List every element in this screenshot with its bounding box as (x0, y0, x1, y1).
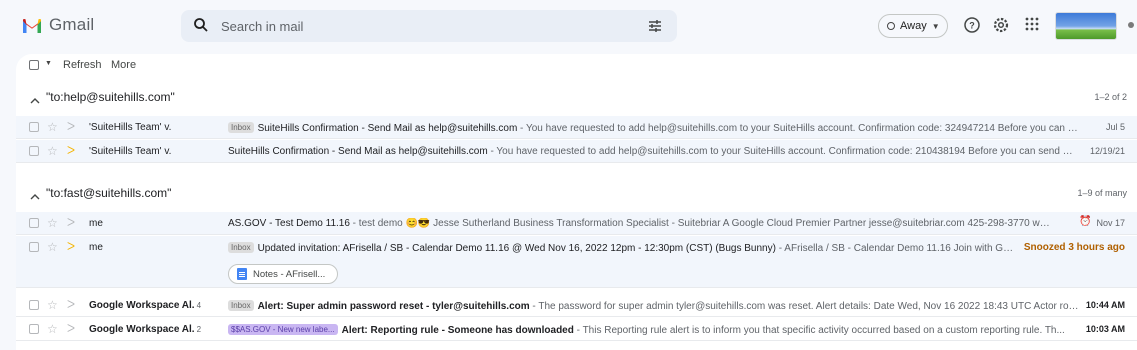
section-count: 1–2 of 2 (1094, 92, 1127, 102)
email-snippet: - AFrisella / SB - Calendar Demo 11.16 J… (778, 243, 1014, 254)
sender-name: 'SuiteHills Team' v. (89, 122, 172, 133)
refresh-button[interactable]: Refresh (63, 59, 102, 71)
email-date: 10:44 AM (1085, 300, 1125, 310)
gmail-m-icon (23, 18, 41, 33)
email-row[interactable]: ☆ ᐳ me AS.GOV - Test Demo 11.16 - test d… (16, 212, 1137, 235)
account-avatar[interactable] (1055, 12, 1117, 40)
label-badge[interactable]: $$AS.GOV - New new labe... (228, 324, 338, 335)
email-date: Jul 5 (1105, 122, 1125, 132)
label-badge[interactable]: Inbox (228, 242, 254, 253)
away-status-icon (887, 22, 895, 30)
section-title: "to:help@suitehills.com" (46, 90, 175, 104)
email-content: SuiteHills Confirmation - Send Mail as h… (228, 146, 1080, 157)
more-button[interactable]: More (111, 59, 136, 71)
star-icon[interactable]: ☆ (47, 216, 58, 230)
attachment-name: Notes - AFrisell... (253, 268, 326, 280)
importance-marker-icon[interactable]: ᐳ (67, 144, 75, 157)
star-icon[interactable]: ☆ (47, 144, 58, 158)
importance-marker-icon[interactable]: ᐳ (67, 298, 75, 311)
email-content: $$AS.GOV - New new labe... Alert: Reporti… (228, 324, 1080, 336)
email-snippet: - You have requested to add help@suitehi… (487, 146, 1080, 157)
email-date: 12/19/21 (1089, 146, 1125, 156)
email-snippet: - This Reporting rule alert is to inform… (573, 325, 1065, 336)
email-snippet: - You have requested to add help@suitehi… (517, 123, 1080, 134)
chevron-down-icon: ▼ (931, 21, 940, 31)
email-row[interactable]: ☆ ᐳ 'SuiteHills Team' v. Inbox SuiteHills… (16, 116, 1137, 139)
collapse-chevron-icon[interactable] (30, 92, 40, 110)
star-icon[interactable]: ☆ (47, 322, 58, 336)
row-checkbox[interactable] (29, 122, 39, 132)
document-icon (237, 268, 247, 280)
row-checkbox[interactable] (29, 146, 39, 156)
apps-grid-icon[interactable] (1024, 16, 1040, 37)
sender-name: me (89, 242, 103, 253)
email-subject: SuiteHills Confirmation - Send Mail as h… (228, 146, 488, 157)
sender-label: Google Workspace Al. (89, 300, 195, 311)
label-badge[interactable]: Inbox (228, 300, 254, 311)
attachment-chip[interactable]: Notes - AFrisell... (228, 264, 338, 284)
snooze-clock-icon[interactable]: ⏰ (1079, 216, 1091, 227)
label-badge[interactable]: Inbox (228, 122, 254, 133)
email-snippet: - The password for super admin tyler@sui… (529, 301, 1080, 312)
gmail-logo[interactable]: Gmail (22, 15, 94, 35)
star-icon[interactable]: ☆ (47, 120, 58, 134)
section-count: 1–9 of many (1077, 188, 1127, 198)
select-dropdown-icon[interactable]: ▼ (45, 60, 52, 67)
snoozed-status: Snoozed 3 hours ago (1023, 242, 1125, 253)
section-title: "to:fast@suitehills.com" (46, 186, 172, 200)
email-subject: Updated invitation: AFrisella / SB - Cal… (257, 243, 776, 254)
select-all-checkbox[interactable] (29, 60, 39, 70)
row-checkbox[interactable] (29, 218, 39, 228)
row-checkbox[interactable] (29, 242, 39, 252)
email-subject: AS.GOV - Test Demo 11.16 (228, 218, 350, 229)
importance-marker-icon[interactable]: ᐳ (67, 216, 75, 229)
email-subject: Alert: Reporting rule - Someone has down… (341, 325, 574, 336)
section-header[interactable]: "to:fast@suitehills.com" 1–9 of many (16, 179, 1137, 207)
status-label: Away (900, 20, 927, 32)
importance-marker-icon[interactable]: ᐳ (67, 120, 75, 133)
importance-marker-icon[interactable]: ᐳ (67, 322, 75, 335)
svg-text:?: ? (969, 21, 975, 31)
sender-name: Google Workspace Al. 4 (89, 300, 201, 311)
email-subject: SuiteHills Confirmation - Send Mail as h… (257, 123, 518, 134)
star-icon[interactable]: ☆ (47, 298, 58, 312)
sender-label: Google Workspace Al. (89, 324, 195, 335)
search-options-icon[interactable] (647, 18, 663, 39)
email-row[interactable]: ☆ ᐳ Google Workspace Al. 4 Inbox Alert: Su… (16, 294, 1137, 317)
status-selector[interactable]: Away ▼ (878, 14, 948, 38)
sender-name: Google Workspace Al. 2 (89, 324, 201, 335)
sender-name: me (89, 218, 103, 229)
top-bar: Gmail Search in mail Away ▼ ? (0, 0, 1137, 54)
search-icon[interactable] (193, 17, 209, 38)
email-row[interactable]: ☆ ᐳ Google Workspace Al. 2 $$AS.GOV - New… (16, 318, 1137, 341)
importance-marker-icon[interactable]: ᐳ (67, 240, 75, 253)
email-subject: Alert: Super admin password reset - tyle… (257, 301, 530, 312)
email-snippet: - test demo 😊😎 Jesse Sutherland Business… (349, 218, 1054, 229)
mail-list-panel: ▼ Refresh More "to:help@suitehills.com" … (16, 54, 1137, 350)
email-date: 10:03 AM (1085, 324, 1125, 334)
email-date: Nov 17 (1096, 218, 1125, 228)
help-icon[interactable]: ? (963, 16, 981, 39)
app-name: Gmail (49, 15, 95, 34)
account-status-dot (1128, 22, 1134, 28)
thread-count: 4 (196, 301, 202, 310)
email-content: Inbox Alert: Super admin password reset -… (228, 300, 1080, 312)
thread-count: 2 (196, 325, 202, 334)
search-bar[interactable]: Search in mail (181, 10, 677, 42)
row-checkbox[interactable] (29, 324, 39, 334)
sender-name: 'SuiteHills Team' v. (89, 146, 172, 157)
list-toolbar: ▼ Refresh More (16, 54, 1137, 76)
email-content: AS.GOV - Test Demo 11.16 - test demo 😊😎 … (228, 218, 1054, 229)
collapse-chevron-icon[interactable] (30, 188, 40, 206)
email-content: Inbox Updated invitation: AFrisella / SB … (228, 242, 1014, 254)
star-icon[interactable]: ☆ (47, 240, 58, 254)
email-content: Inbox SuiteHills Confirmation - Send Mail… (228, 122, 1080, 134)
section-header[interactable]: "to:help@suitehills.com" 1–2 of 2 (16, 83, 1137, 111)
email-row[interactable]: ☆ ᐳ me Inbox Updated invitation: AFrisell… (16, 236, 1137, 288)
settings-gear-icon[interactable] (992, 16, 1010, 39)
row-checkbox[interactable] (29, 300, 39, 310)
email-row[interactable]: ☆ ᐳ 'SuiteHills Team' v. SuiteHills Conf… (16, 140, 1137, 163)
search-input[interactable]: Search in mail (221, 19, 303, 34)
